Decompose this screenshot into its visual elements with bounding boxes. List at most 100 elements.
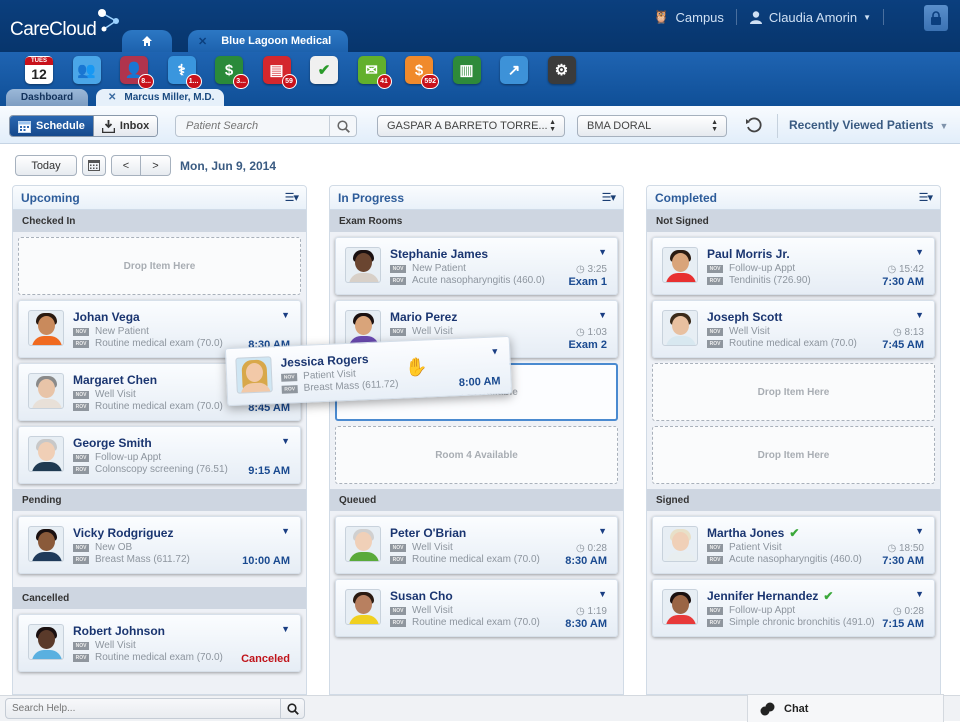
- visit-type-text: New Patient: [412, 263, 466, 274]
- list-menu-icon[interactable]: ☰▾: [602, 191, 616, 204]
- tab-provider[interactable]: ✕ Marcus Miller, M.D.: [96, 89, 224, 106]
- card-menu-caret-icon[interactable]: ▼: [915, 310, 924, 320]
- visit-reason: ROV Routine medical exam (70.0): [707, 338, 857, 349]
- user-name[interactable]: Claudia Amorin: [769, 10, 857, 25]
- library-app-icon[interactable]: ▥: [452, 56, 481, 84]
- appointment-card[interactable]: Joseph Scott NOV Well Visit ROV Routine medi…: [652, 300, 935, 358]
- nov-tag: NOV: [73, 543, 89, 552]
- billing-app-icon[interactable]: $3...: [215, 56, 249, 89]
- drop-zone-room-4[interactable]: Room 4 Available: [335, 426, 618, 484]
- card-menu-caret-icon[interactable]: ▼: [915, 526, 924, 536]
- location-select[interactable]: BMA DORAL ▲ ▼: [577, 115, 727, 137]
- card-menu-caret-icon[interactable]: ▼: [281, 624, 290, 634]
- help-search-input[interactable]: [6, 699, 280, 718]
- card-menu-caret-icon[interactable]: ▼: [915, 247, 924, 257]
- tab-home[interactable]: [122, 30, 172, 52]
- close-icon[interactable]: ✕: [198, 35, 207, 48]
- appointment-card[interactable]: Paul Morris Jr. NOV Follow-up Appt ROV Tendi…: [652, 237, 935, 295]
- provider-select[interactable]: GASPAR A BARRETO TORRE... ▲ ▼: [377, 115, 565, 137]
- visit-reason: ROV Acute nasopharyngitis (460.0): [707, 554, 862, 565]
- analytics-app-icon[interactable]: ↗: [500, 56, 528, 84]
- brand-name: CareCloud: [10, 19, 97, 40]
- appointment-card[interactable]: Robert Johnson NOV Well Visit ROV Routine me…: [18, 614, 301, 672]
- grab-cursor-icon: ✋: [405, 357, 428, 377]
- card-menu-caret-icon[interactable]: ▼: [598, 310, 607, 320]
- column-header: Upcoming ☰▾: [13, 186, 306, 210]
- visit-type-text: Patient Visit: [729, 542, 782, 553]
- user-area: 🦉 Campus Claudia Amorin ▼: [653, 9, 890, 25]
- card-menu-caret-icon[interactable]: ▼: [490, 346, 499, 356]
- calendar-app-icon[interactable]: TUES 12: [25, 56, 53, 84]
- collections-app-icon[interactable]: $592: [405, 56, 439, 89]
- list-menu-icon[interactable]: ☰▾: [285, 191, 299, 204]
- lock-button[interactable]: [924, 5, 948, 31]
- card-menu-caret-icon[interactable]: ▼: [281, 526, 290, 536]
- visit-type: NOV Well Visit: [707, 326, 770, 337]
- patient-search: [175, 115, 357, 137]
- elapsed-timer: ◷ 3:25: [576, 264, 607, 275]
- appointment-card[interactable]: George Smith NOV Follow-up Appt ROV Colonsco…: [18, 426, 301, 484]
- search-icon: [286, 702, 299, 715]
- recently-viewed-dropdown[interactable]: Recently Viewed Patients ▼: [789, 118, 948, 132]
- list-menu-icon[interactable]: ☰▾: [919, 191, 933, 204]
- visit-type: NOV Well Visit: [390, 605, 453, 616]
- appointment-card[interactable]: Peter O'Brian NOV Well Visit ROV Routine med…: [335, 516, 618, 574]
- refresh-icon[interactable]: [745, 116, 763, 139]
- patient-name: George Smith: [73, 436, 152, 450]
- appointment-card[interactable]: Jennifer Hernandez ✔ NOV Follow-up Appt ROV S…: [652, 579, 935, 637]
- clinical-app-icon[interactable]: ⚕ 1...: [167, 56, 202, 89]
- card-menu-caret-icon[interactable]: ▼: [598, 247, 607, 257]
- visit-reason-text: Colonscopy screening (76.51): [95, 464, 228, 475]
- schedule-button[interactable]: Schedule: [10, 116, 93, 136]
- inbox-button[interactable]: Inbox: [92, 116, 158, 136]
- drop-zone[interactable]: Drop Item Here: [18, 237, 301, 295]
- appointment-card[interactable]: Martha Jones ✔ NOV Patient Visit ROV Acute na…: [652, 516, 935, 574]
- card-menu-caret-icon[interactable]: ▼: [915, 589, 924, 599]
- carecloud-logo[interactable]: CareCloud: [10, 9, 119, 41]
- next-day-button[interactable]: >: [141, 155, 171, 176]
- campus-link[interactable]: Campus: [676, 10, 724, 25]
- patient-search-input[interactable]: [176, 116, 329, 136]
- patients-app-icon[interactable]: 👥: [72, 56, 101, 84]
- settings-app-icon[interactable]: ⚙: [547, 56, 576, 84]
- clock-icon: ◷: [893, 327, 905, 338]
- card-menu-caret-icon[interactable]: ▼: [281, 436, 290, 446]
- visit-reason-text: Breast Mass (611.72): [95, 554, 190, 565]
- chevron-down-icon[interactable]: ▼: [863, 13, 871, 22]
- dragged-appointment-card[interactable]: Jessica Rogers NOV Patient Visit ROV Breas…: [224, 335, 513, 407]
- nov-tag: NOV: [390, 543, 406, 552]
- chat-button[interactable]: Chat: [747, 694, 944, 722]
- patient-search-button[interactable]: [329, 116, 356, 136]
- drop-zone[interactable]: Drop Item Here: [652, 426, 935, 484]
- appointment-time: 9:15 AM: [248, 465, 290, 477]
- appointment-card[interactable]: Susan Cho NOV Well Visit ROV Routine medical…: [335, 579, 618, 637]
- appointment-card[interactable]: Vicky Rodgriguez NOV New OB ROV Breast Mass …: [18, 516, 301, 574]
- card-menu-caret-icon[interactable]: ▼: [281, 310, 290, 320]
- app-glyph: ↗: [507, 62, 521, 79]
- drop-zone-label: Drop Item Here: [757, 449, 830, 461]
- chat-label: Chat: [784, 702, 809, 715]
- previous-day-button[interactable]: <: [111, 155, 141, 176]
- top-bar: CareCloud ✕ Blue Lagoon Medical 🦉 Campus…: [0, 0, 960, 52]
- card-menu-caret-icon[interactable]: ▼: [598, 526, 607, 536]
- rov-tag: ROV: [73, 465, 89, 474]
- messages-app-icon[interactable]: ✉ 41: [357, 56, 392, 89]
- rov-tag: ROV: [73, 402, 89, 411]
- tasks-app-icon[interactable]: ✔: [310, 56, 338, 84]
- close-icon[interactable]: ✕: [108, 92, 116, 103]
- patient-name: Jessica Rogers: [280, 351, 369, 370]
- rov-tag: ROV: [707, 339, 723, 348]
- appointment-card[interactable]: Stephanie James NOV New Patient ROV Acute na…: [335, 237, 618, 295]
- card-menu-caret-icon[interactable]: ▼: [598, 589, 607, 599]
- tab-practice[interactable]: ✕ Blue Lagoon Medical: [188, 30, 348, 52]
- groups-app-icon[interactable]: 👤 8...: [120, 56, 154, 89]
- documents-app-icon[interactable]: ▤ 59: [262, 56, 297, 89]
- drop-zone[interactable]: Drop Item Here: [652, 363, 935, 421]
- help-search-button[interactable]: [280, 699, 304, 718]
- section-signed: Signed: [647, 489, 940, 511]
- tab-dashboard[interactable]: Dashboard: [6, 89, 88, 106]
- avatar: [662, 589, 698, 625]
- visit-type-text: Well Visit: [412, 542, 453, 553]
- calendar-picker-button[interactable]: [82, 155, 106, 176]
- today-button[interactable]: Today: [15, 155, 77, 176]
